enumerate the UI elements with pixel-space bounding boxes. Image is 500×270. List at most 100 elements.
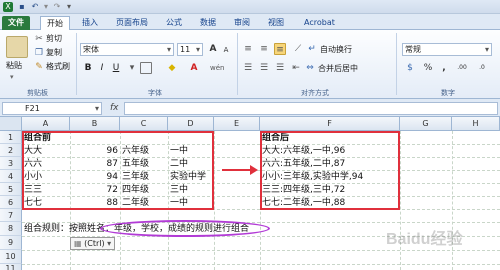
column-header[interactable]: C <box>120 117 168 131</box>
decrease-indent-icon[interactable]: ⇤ <box>290 62 302 74</box>
tab-home[interactable]: 开始 <box>40 16 70 30</box>
chevron-down-icon[interactable]: ▾ <box>41 2 51 12</box>
tab-view[interactable]: 视图 <box>262 16 290 30</box>
arrow-right-icon <box>222 165 258 175</box>
column-header[interactable]: B <box>70 117 120 131</box>
redo-icon[interactable]: ↷ <box>52 2 62 12</box>
column-header[interactable]: G <box>400 117 452 131</box>
paste-options-label: (Ctrl) <box>84 239 105 248</box>
row-header[interactable]: 6 <box>0 196 22 209</box>
percent-icon[interactable]: % <box>422 62 434 74</box>
align-top-icon[interactable]: ≡ <box>242 43 254 55</box>
merge-center-icon[interactable]: ⇔ <box>304 62 316 74</box>
align-middle-icon[interactable]: ≡ <box>258 43 270 55</box>
title-bar: X ▪ ↶ ▾ ↷ ▾ <box>0 0 500 14</box>
comma-icon[interactable]: , <box>438 62 450 74</box>
tab-data[interactable]: 数据 <box>194 16 222 30</box>
paste-icon[interactable] <box>6 36 28 58</box>
clipboard-icon: ▦ <box>74 239 82 248</box>
format-painter-icon[interactable]: ✎ <box>33 61 45 73</box>
watermark: Baidu经验 <box>386 231 463 248</box>
wrap-text-button[interactable]: 自动换行 <box>320 45 352 55</box>
column-header[interactable]: H <box>452 117 500 131</box>
select-all-corner[interactable] <box>0 117 22 131</box>
cut-icon[interactable]: ✂ <box>33 33 45 45</box>
format-painter-button[interactable]: 格式刷 <box>46 62 70 72</box>
phonetic-icon[interactable]: wén <box>210 62 224 74</box>
row-header[interactable]: 11 <box>0 264 22 270</box>
paste-options-button[interactable]: ▦ (Ctrl) ▾ <box>70 237 116 250</box>
tab-acrobat[interactable]: Acrobat <box>298 16 341 30</box>
customize-quick-access-icon[interactable]: ▾ <box>64 2 74 12</box>
name-box[interactable]: F21 ▾ <box>2 102 102 115</box>
chevron-down-icon: ▾ <box>107 239 112 248</box>
paste-dropdown-icon[interactable]: ▾ <box>10 72 14 82</box>
before-highlight-box <box>22 131 214 210</box>
insert-function-icon[interactable]: fx <box>110 103 119 113</box>
font-size-value: 11 <box>180 45 191 54</box>
save-icon[interactable]: ▪ <box>17 2 27 12</box>
worksheet-grid[interactable]: A B C D E F G H 1 2 3 4 5 6 7 8 9 10 11 … <box>0 117 500 270</box>
row-header[interactable]: 8 <box>0 222 22 236</box>
chevron-down-icon: ▾ <box>195 45 200 54</box>
wrap-text-icon[interactable]: ↵ <box>306 43 318 55</box>
decrease-decimal-icon[interactable]: .0 <box>474 62 490 74</box>
paste-button[interactable]: 粘贴 <box>6 61 22 71</box>
currency-icon[interactable]: $ <box>404 62 416 74</box>
font-size-select[interactable]: 11 ▾ <box>177 43 203 56</box>
column-header[interactable]: D <box>168 117 214 131</box>
gridline <box>22 264 500 265</box>
font-name-select[interactable]: 宋体 ▾ <box>80 43 174 56</box>
font-group-label: 字体 <box>148 89 162 97</box>
number-group-label: 数字 <box>441 89 455 97</box>
grow-font-icon[interactable]: A <box>207 43 219 55</box>
merge-center-button[interactable]: 合并后居中 <box>318 64 358 74</box>
bold-button[interactable]: B <box>82 62 94 74</box>
group-divider <box>237 33 238 95</box>
chevron-down-icon[interactable]: ▾ <box>126 62 138 74</box>
fill-color-icon[interactable]: ◆ <box>166 62 178 74</box>
tab-formulas[interactable]: 公式 <box>160 16 188 30</box>
row-header[interactable]: 1 <box>0 131 22 144</box>
ribbon-tabs: 文件 开始 插入 页面布局 公式 数据 审阅 视图 Acrobat <box>0 14 500 30</box>
number-format-value: 常规 <box>405 45 421 54</box>
gridline <box>22 250 500 251</box>
copy-icon[interactable]: ❐ <box>33 47 45 59</box>
group-divider <box>76 33 77 95</box>
formula-input[interactable] <box>124 102 498 115</box>
row-header[interactable]: 3 <box>0 157 22 170</box>
align-center-icon[interactable]: ☰ <box>258 62 270 74</box>
row-header[interactable]: 5 <box>0 183 22 196</box>
number-format-select[interactable]: 常规 ▾ <box>402 43 492 56</box>
chevron-down-icon: ▾ <box>94 104 99 113</box>
align-left-icon[interactable]: ☰ <box>242 62 254 74</box>
cut-button[interactable]: 剪切 <box>46 34 62 44</box>
font-name-value: 宋体 <box>83 45 99 54</box>
row-header[interactable]: 7 <box>0 209 22 222</box>
column-header[interactable]: E <box>214 117 260 131</box>
font-color-icon[interactable]: A <box>188 62 200 74</box>
tab-review[interactable]: 审阅 <box>228 16 256 30</box>
copy-button[interactable]: 复制 <box>46 48 62 58</box>
underline-button[interactable]: U <box>110 62 122 74</box>
tab-page-layout[interactable]: 页面布局 <box>110 16 154 30</box>
row-header[interactable]: 10 <box>0 250 22 264</box>
align-bottom-icon[interactable]: ≡ <box>274 43 286 55</box>
alignment-group-label: 对齐方式 <box>301 89 329 97</box>
column-header[interactable]: F <box>260 117 400 131</box>
border-icon[interactable] <box>140 62 152 74</box>
shrink-font-icon[interactable]: A <box>220 44 232 56</box>
tab-file[interactable]: 文件 <box>2 16 30 30</box>
align-right-icon[interactable]: ☰ <box>274 62 286 74</box>
increase-decimal-icon[interactable]: .00 <box>454 62 470 74</box>
undo-icon[interactable]: ↶ <box>30 2 40 12</box>
chevron-down-icon: ▾ <box>484 45 489 54</box>
italic-button[interactable]: I <box>96 62 108 74</box>
group-divider <box>396 33 397 95</box>
tab-insert[interactable]: 插入 <box>76 16 104 30</box>
orientation-icon[interactable]: ⟋ <box>292 43 304 55</box>
row-header[interactable]: 4 <box>0 170 22 183</box>
column-header[interactable]: A <box>22 117 70 131</box>
row-header[interactable]: 2 <box>0 144 22 157</box>
row-header[interactable]: 9 <box>0 236 22 250</box>
